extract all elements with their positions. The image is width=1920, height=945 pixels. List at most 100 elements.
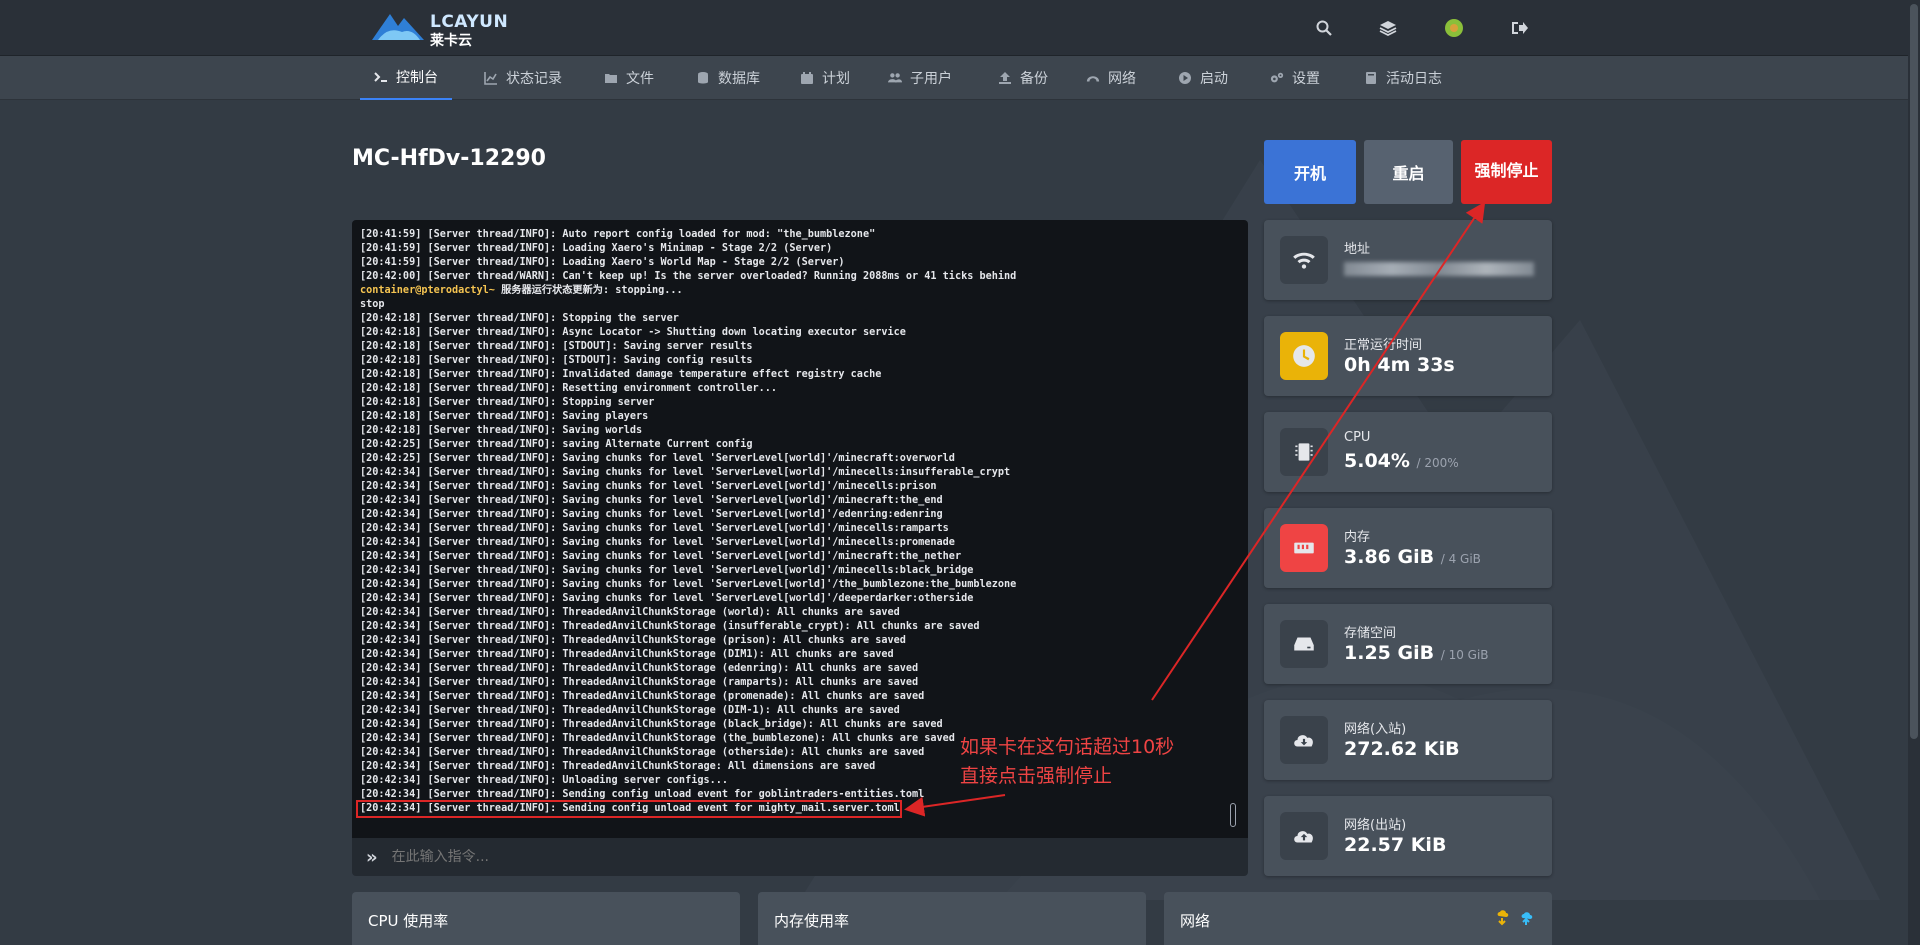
cpu-value: 5.04% (1344, 450, 1410, 472)
console-line: [20:42:18] [Server thread/INFO]: Async L… (360, 327, 906, 338)
stat-network-out: 网络(出站) 22.57 KiB (1264, 796, 1552, 876)
cloud-logo-icon (372, 14, 424, 40)
memory-limit: / 4 GiB (1440, 552, 1481, 566)
console-line: [20:42:34] [Server thread/INFO]: Saving … (360, 509, 943, 520)
stat-address: 地址 (1264, 220, 1552, 300)
card-title: 内存使用率 (774, 912, 850, 930)
console-line: [20:42:34] [Server thread/INFO]: Threade… (360, 649, 894, 660)
chart-line-icon (484, 72, 497, 85)
card-title: 网络 (1180, 912, 1211, 930)
console-line: [20:42:34] [Server thread/INFO]: Threade… (360, 677, 919, 688)
console-line: [20:42:18] [Server thread/INFO]: Resetti… (360, 383, 778, 394)
stat-label: 地址 (1344, 242, 1371, 257)
console-line: [20:42:34] [Server thread/INFO]: Threade… (360, 621, 980, 632)
cpu-limit: / 200% (1416, 456, 1459, 470)
memory-value: 3.86 GiB (1344, 546, 1435, 568)
console-line: [20:42:34] [Server thread/INFO]: Saving … (360, 565, 974, 576)
console-line: [20:42:34] [Server thread/INFO]: Saving … (360, 467, 1011, 478)
stat-label: 网络(出站) (1344, 818, 1407, 833)
console-line: [20:42:18] [Server thread/INFO]: Stoppin… (360, 397, 655, 408)
brand-name: LCAYUN (430, 12, 509, 32)
console-line: [20:41:59] [Server thread/INFO]: Loading… (360, 257, 845, 268)
cloud-upload-icon (1280, 812, 1328, 860)
chevron-right-icon: » (366, 846, 378, 868)
folder-icon (605, 74, 617, 83)
address-value-blurred[interactable] (1344, 262, 1534, 276)
disk-value: 1.25 GiB (1344, 642, 1435, 664)
disk-limit: / 10 GiB (1440, 648, 1489, 662)
stat-value: 272.62 KiB (1344, 738, 1460, 760)
stat-disk: 存储空间 1.25 GiB / 10 GiB (1264, 604, 1552, 684)
console-line: [20:42:00] [Server thread/WARN]: Can't k… (360, 271, 1017, 282)
memory-usage-card: 内存使用率 (758, 892, 1146, 945)
avatar[interactable] (1442, 16, 1466, 40)
annotation-line-2: 直接点击强制停止 (960, 765, 1113, 787)
start-button[interactable]: 开机 (1264, 140, 1356, 204)
console-line: [20:42:18] [Server thread/INFO]: [STDOUT… (360, 341, 753, 352)
stat-value: 22.57 KiB (1344, 834, 1447, 856)
console-line: [20:42:34] [Server thread/INFO]: Threade… (360, 719, 943, 730)
console-line: stop (360, 299, 385, 310)
stat-value: 0h 4m 33s (1344, 354, 1455, 376)
console-line: [20:42:34] [Server thread/INFO]: Threade… (360, 691, 925, 702)
console-line: [20:42:34] [Server thread/INFO]: Saving … (360, 495, 943, 506)
hdd-icon (1280, 620, 1328, 668)
top-bar: LCAYUN 莱卡云 (0, 0, 1920, 56)
console-prompt: container@pterodactyl~ (360, 285, 495, 296)
stat-value: 3.86 GiB / 4 GiB (1344, 546, 1481, 568)
card-title: CPU 使用率 (368, 912, 449, 930)
console-line: [20:42:34] [Server thread/INFO]: Threade… (360, 663, 919, 674)
tab-console[interactable]: 控制台 (360, 56, 452, 100)
stat-value: 5.04% / 200% (1344, 450, 1459, 472)
stat-label: 内存 (1344, 530, 1371, 545)
microchip-icon (1280, 428, 1328, 476)
console-scrollbar[interactable] (1230, 803, 1236, 827)
layers-icon[interactable] (1376, 16, 1400, 40)
console-line: [20:42:34] [Server thread/INFO]: Saving … (360, 579, 1017, 590)
cloud-download-icon (1280, 716, 1328, 764)
stat-network-in: 网络(入站) 272.62 KiB (1264, 700, 1552, 780)
kill-button[interactable]: 强制停止 (1461, 140, 1552, 204)
logout-icon[interactable] (1508, 16, 1532, 40)
stat-label: 存储空间 (1344, 626, 1397, 641)
wifi-icon (1280, 236, 1328, 284)
stat-label: 网络(入站) (1344, 722, 1407, 737)
console-line: [20:42:34] [Server thread/INFO]: Saving … (360, 551, 962, 562)
stat-value: 1.25 GiB / 10 GiB (1344, 642, 1489, 664)
console-lines: [20:41:59] [Server thread/INFO]: Auto re… (360, 228, 1228, 816)
tab-files[interactable]: 文件 (590, 56, 668, 100)
console-line: [20:42:34] [Server thread/INFO]: Saving … (360, 523, 949, 534)
server-name: MC-HfDv-12290 (352, 146, 546, 171)
search-icon[interactable] (1312, 16, 1336, 40)
stat-label: 正常运行时间 (1344, 338, 1423, 353)
restart-button[interactable]: 重启 (1364, 140, 1453, 204)
command-input[interactable] (391, 849, 1192, 865)
stat-label: CPU (1344, 430, 1371, 445)
console-line: [20:42:18] [Server thread/INFO]: Stoppin… (360, 313, 679, 324)
console-line: [20:41:59] [Server thread/INFO]: Auto re… (360, 229, 876, 240)
network-card: 网络 (1164, 892, 1552, 945)
console-line: [20:42:34] [Server thread/INFO]: Saving … (360, 537, 955, 548)
tab-label: 控制台 (396, 70, 438, 86)
stat-uptime: 正常运行时间 0h 4m 33s (1264, 316, 1552, 396)
console-line: [20:42:34] [Server thread/INFO]: Threade… (360, 635, 906, 646)
console-line: [20:42:34] [Server thread/INFO]: Threade… (360, 705, 900, 716)
stat-memory: 内存 3.86 GiB / 4 GiB (1264, 508, 1552, 588)
console-line: [20:42:34] [Server thread/INFO]: Saving … (360, 481, 937, 492)
stat-cpu: CPU 5.04% / 200% (1264, 412, 1552, 492)
legend-icons (1497, 910, 1533, 926)
highlight-annotation-box (356, 800, 902, 818)
tab-stats[interactable]: 状态记录 (470, 56, 576, 100)
console-line: [20:42:34] [Server thread/INFO]: Saving … (360, 593, 974, 604)
cpu-usage-card: CPU 使用率 (352, 892, 740, 945)
brand-logo[interactable]: LCAYUN 莱卡云 (368, 8, 509, 49)
page-scrollbar[interactable] (1908, 0, 1920, 945)
console-line: [20:42:34] [Server thread/INFO]: Threade… (360, 607, 900, 618)
clock-icon (1280, 332, 1328, 380)
console-line: [20:42:25] [Server thread/INFO]: Saving … (360, 453, 955, 464)
console-line: [20:41:59] [Server thread/INFO]: Loading… (360, 243, 833, 254)
console-line: container@pterodactyl~ 服务器运行状态更新为: stopp… (360, 285, 683, 296)
tab-label: 状态记录 (506, 71, 562, 87)
console-line: [20:42:18] [Server thread/INFO]: Saving … (360, 411, 649, 422)
terminal-icon (374, 72, 387, 82)
